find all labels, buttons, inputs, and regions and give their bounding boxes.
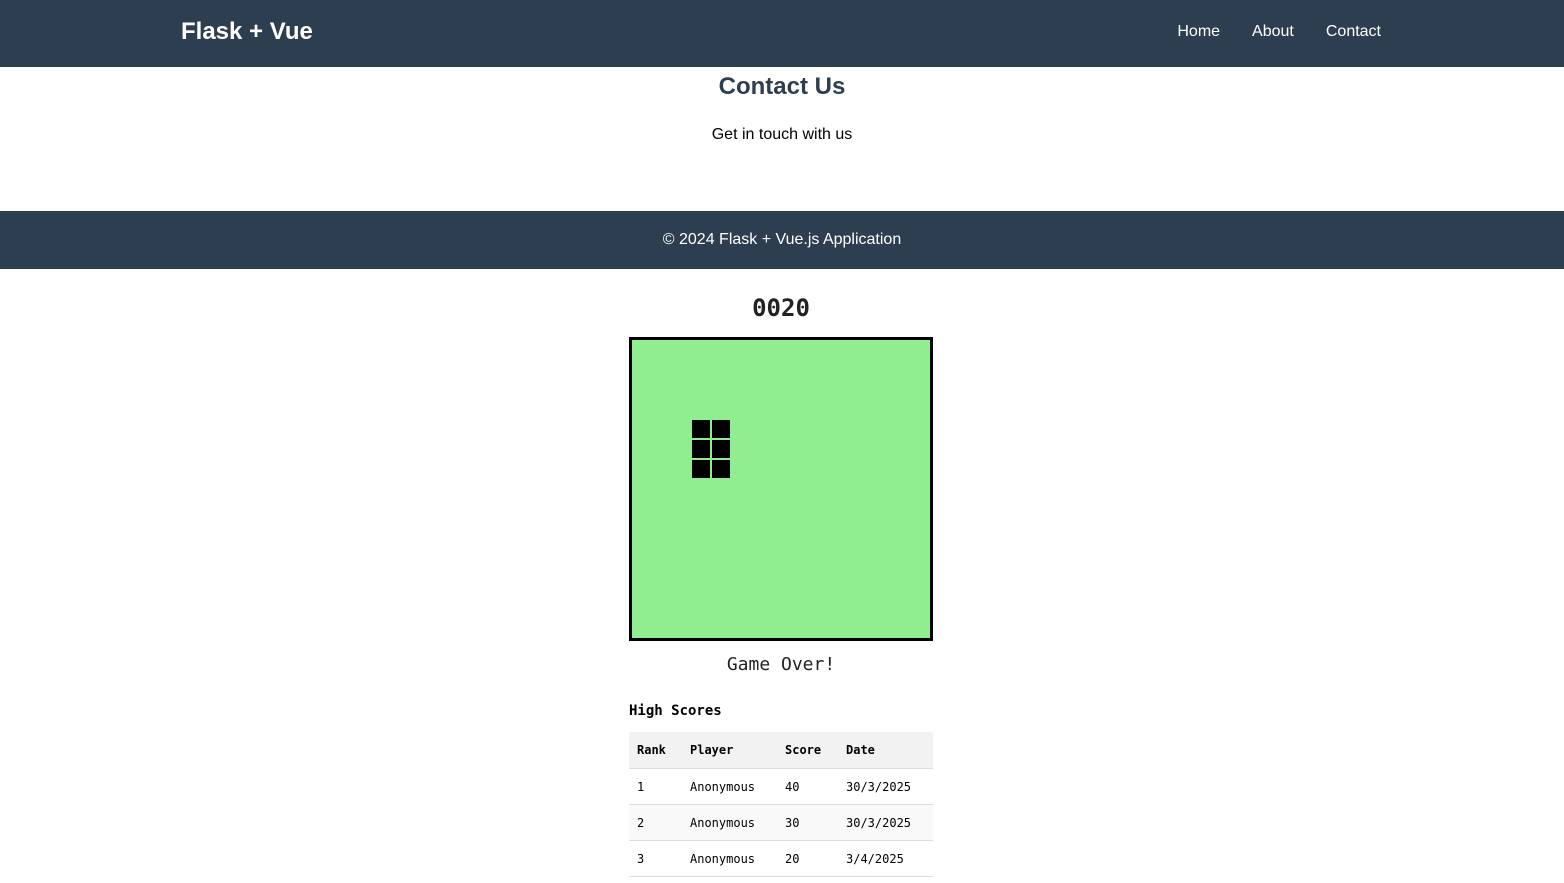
game-status: Game Over! (726, 654, 836, 675)
footer-text: © 2024 Flask + Vue.js Application (662, 231, 902, 248)
footer: © 2024 Flask + Vue.js Application (0, 211, 1564, 269)
snake-segment (712, 440, 730, 458)
brand-link[interactable]: Flask + Vue (181, 17, 313, 47)
cell-score: 30 (777, 804, 838, 841)
contact-section: Contact Us Get in touch with us (0, 67, 1564, 211)
cell-score: 40 (777, 768, 838, 805)
cell-date: 30/3/2025 (838, 768, 933, 805)
nav-link-about[interactable]: About (1252, 22, 1294, 42)
column-header-score: Score (777, 732, 838, 769)
cell-rank: 3 (629, 840, 682, 877)
table-row: 3 Anonymous 20 3/4/2025 (629, 840, 933, 877)
snake-segment (692, 460, 710, 478)
high-scores-title: High Scores (629, 703, 722, 719)
cell-rank: 2 (629, 804, 682, 841)
nav-links: Home About Contact (1177, 22, 1381, 42)
page-title: Contact Us (718, 73, 846, 100)
snake-segment (712, 420, 730, 438)
cell-score: 20 (777, 840, 838, 877)
cell-rank: 1 (629, 768, 682, 805)
page-subtitle: Get in touch with us (711, 126, 853, 143)
cell-date: 30/3/2025 (838, 804, 933, 841)
nav-link-home[interactable]: Home (1177, 22, 1220, 42)
cell-player: Anonymous (682, 768, 777, 805)
cell-player: Anonymous (682, 840, 777, 877)
column-header-date: Date (838, 732, 933, 769)
nav-link-contact[interactable]: Contact (1326, 22, 1381, 42)
table-row: 1 Anonymous 40 30/3/2025 (629, 768, 933, 805)
high-scores-table: Rank Player Score Date 1 Anonymous 40 30… (629, 732, 933, 877)
table-row: 2 Anonymous 30 30/3/2025 (629, 804, 933, 841)
top-navbar: Flask + Vue Home About Contact (0, 0, 1564, 67)
column-header-player: Player (682, 732, 777, 769)
column-header-rank: Rank (629, 732, 682, 769)
score-display: 0020 (752, 294, 810, 322)
table-header-row: Rank Player Score Date (629, 732, 933, 769)
cell-player: Anonymous (682, 804, 777, 841)
cell-date: 3/4/2025 (838, 840, 933, 877)
game-board[interactable] (629, 337, 933, 641)
snake-segment (712, 460, 730, 478)
snake-segment (692, 420, 710, 438)
snake-segment (692, 440, 710, 458)
